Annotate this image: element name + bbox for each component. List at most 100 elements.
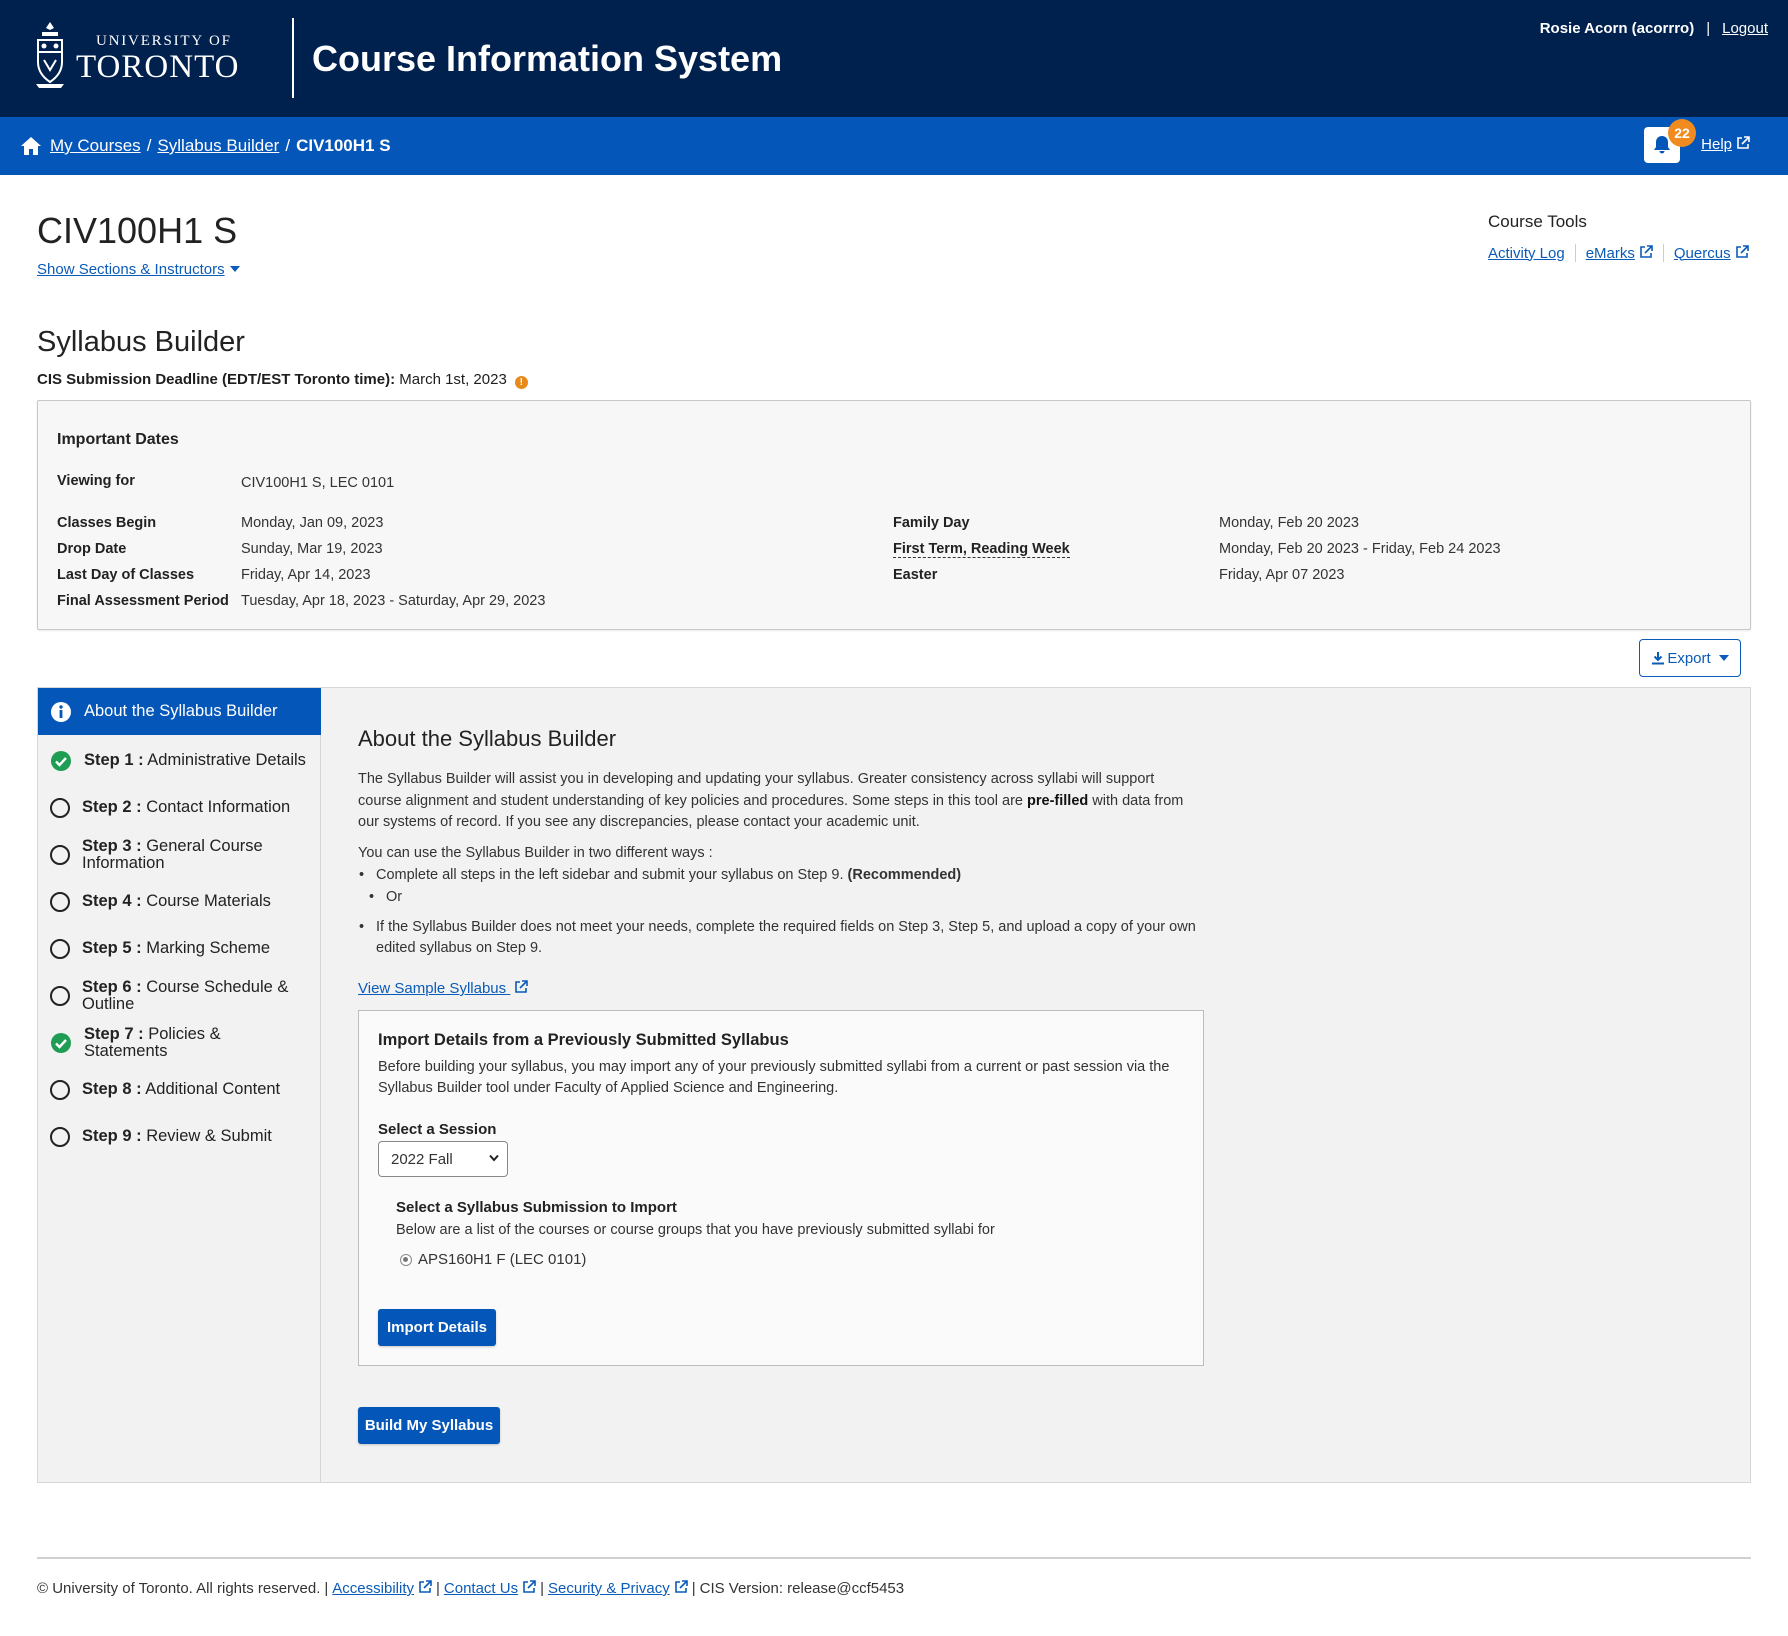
help-link[interactable]: Help (1701, 136, 1750, 153)
emarks-link[interactable]: eMarks (1586, 245, 1653, 262)
cis-version: CIS Version: release@ccf5453 (699, 1580, 905, 1597)
contact-us-link[interactable]: Contact Us (444, 1580, 518, 1597)
show-sections-label: Show Sections & Instructors (37, 261, 225, 278)
sidebar-item-about[interactable]: About the Syllabus Builder (38, 688, 321, 735)
deadline-label: CIS Submission Deadline (EDT/EST Toronto… (37, 371, 396, 388)
date-label-tooltip[interactable]: First Term, Reading Week (893, 541, 1070, 558)
course-tools: Course Tools Activity Log eMarks Quercus (1488, 212, 1749, 262)
user-name: Rosie Acorn (acorrro) (1539, 20, 1695, 37)
external-link-icon (523, 1580, 536, 1593)
incomplete-circle-icon (50, 938, 70, 959)
show-sections-toggle[interactable]: Show Sections & Instructors (37, 261, 240, 278)
copyright: © University of Toronto. All rights rese… (37, 1580, 321, 1597)
security-privacy-link[interactable]: Security & Privacy (548, 1580, 670, 1597)
date-value: Friday, Apr 07 2023 (1219, 567, 1345, 583)
export-dropdown-button[interactable]: Export (1639, 639, 1741, 677)
breadcrumb-syllabus-builder[interactable]: Syllabus Builder (157, 136, 279, 156)
submission-option-label: APS160H1 F (LEC 0101) (418, 1251, 587, 1268)
viewing-for-label: Viewing for (57, 473, 135, 489)
sidebar-item-step-3[interactable]: Step 3 : General Course Information (38, 831, 321, 878)
submission-deadline: CIS Submission Deadline (EDT/EST Toronto… (37, 371, 528, 389)
external-link-icon (1735, 244, 1749, 258)
date-label: Drop Date (57, 541, 127, 557)
list-item: If the Syllabus Builder does not meet yo… (359, 917, 1208, 959)
submission-option[interactable]: APS160H1 F (LEC 0101) (400, 1251, 586, 1268)
top-header: UNIVERSITY OF TORONTO Course Information… (0, 0, 1788, 117)
syllabus-builder-main: About the Syllabus Builder Step 1 : Admi… (37, 687, 1751, 1483)
import-details-button[interactable]: Import Details (378, 1309, 496, 1346)
step-number: Step 1 : (84, 751, 144, 770)
viewing-for-value: CIV100H1 S, LEC 0101 (241, 475, 395, 491)
course-tools-title: Course Tools (1488, 212, 1587, 231)
date-value: Friday, Apr 14, 2023 (241, 567, 371, 583)
external-link-icon (1640, 244, 1653, 258)
accessibility-link[interactable]: Accessibility (332, 1580, 414, 1597)
sidebar-item-step-5[interactable]: Step 5 : Marking Scheme (38, 925, 321, 972)
breadcrumb-my-courses[interactable]: My Courses (50, 136, 141, 156)
sidebar-item-step-9[interactable]: Step 9 : Review & Submit (38, 1113, 321, 1160)
crest-icon (36, 22, 64, 88)
date-label: Last Day of Classes (57, 567, 195, 583)
step-title: Course Materials (146, 892, 271, 911)
date-value: Monday, Feb 20 2023 - Friday, Feb 24 202… (1219, 541, 1501, 557)
uoft-logo[interactable]: UNIVERSITY OF TORONTO (32, 18, 239, 94)
quercus-link[interactable]: Quercus (1674, 245, 1749, 262)
date-label: Final Assessment Period (57, 593, 229, 609)
help-label: Help (1701, 136, 1732, 153)
footer-divider (37, 1557, 1751, 1559)
sidebar-item-step-2[interactable]: Step 2 : Contact Information (38, 784, 321, 831)
step-title: Review & Submit (146, 1127, 272, 1146)
view-sample-syllabus-link[interactable]: View Sample Syllabus (358, 980, 529, 997)
check-circle-icon (51, 1032, 71, 1053)
notification-count-badge: 22 (1668, 119, 1696, 147)
info-alert-icon[interactable]: ! (514, 376, 528, 389)
or-text: Or (369, 887, 1218, 908)
important-dates-panel: Important Dates Viewing for CIV100H1 S, … (37, 400, 1751, 630)
submission-description: Below are a list of the courses or cours… (396, 1222, 995, 1238)
app-title: Course Information System (312, 38, 783, 79)
radio-button[interactable] (400, 1253, 412, 1266)
step-number: Step 7 : (84, 1025, 144, 1043)
logo-university-of: UNIVERSITY OF (96, 33, 232, 49)
activity-log-link[interactable]: Activity Log (1488, 245, 1565, 262)
caret-down-icon (229, 266, 240, 272)
steps-sidebar: About the Syllabus Builder Step 1 : Admi… (38, 688, 321, 1482)
submission-label: Select a Syllabus Submission to Import (396, 1199, 677, 1216)
step-number: Step 8 : (82, 1080, 142, 1099)
import-description: Before building your syllabus, you may i… (378, 1059, 1170, 1096)
step-number: Step 6 : (82, 978, 142, 996)
ways-intro: You can use the Syllabus Builder in two … (358, 845, 713, 861)
step-number: Step 5 : (82, 939, 142, 958)
home-icon[interactable] (20, 136, 42, 156)
sidebar-item-step-8[interactable]: Step 8 : Additional Content (38, 1066, 321, 1113)
step-title: Additional Content (145, 1080, 281, 1099)
step-title: Administrative Details (147, 751, 306, 770)
date-label: Classes Begin (57, 515, 157, 531)
deadline-value: March 1st, 2023 (399, 371, 507, 388)
step-number: Step 3 : (82, 837, 142, 855)
date-value: Tuesday, Apr 18, 2023 - Saturday, Apr 29… (241, 593, 546, 609)
session-selected-value: 2022 Fall (391, 1150, 453, 1168)
chevron-down-icon (489, 1154, 499, 1162)
user-area: Rosie Acorn (acorrro) | Logout (1539, 20, 1768, 37)
step-title: Contact Information (146, 798, 291, 817)
external-link-icon (419, 1580, 432, 1593)
sidebar-item-step-1[interactable]: Step 1 : Administrative Details (38, 737, 321, 784)
session-select[interactable]: 2022 Fall (378, 1141, 508, 1177)
check-circle-icon (51, 750, 71, 771)
incomplete-circle-icon (50, 844, 70, 865)
course-code-title: CIV100H1 S (37, 210, 238, 251)
footer: © University of Toronto. All rights rese… (37, 1580, 905, 1597)
step-title: Marking Scheme (146, 939, 271, 958)
build-my-syllabus-button[interactable]: Build My Syllabus (358, 1407, 500, 1444)
caret-down-icon (1718, 655, 1729, 661)
sidebar-item-step-4[interactable]: Step 4 : Course Materials (38, 878, 321, 925)
important-dates-title: Important Dates (57, 431, 179, 448)
sidebar-item-step-6[interactable]: Step 6 : Course Schedule & Outline (38, 972, 321, 1019)
date-value: Sunday, Mar 19, 2023 (241, 541, 383, 557)
sidebar-item-step-7[interactable]: Step 7 : Policies & Statements (38, 1019, 321, 1066)
date-label: Easter (893, 567, 938, 583)
logout-link[interactable]: Logout (1722, 20, 1768, 37)
breadcrumb-current: CIV100H1 S (296, 136, 391, 155)
logo-toronto: TORONTO (76, 49, 240, 85)
